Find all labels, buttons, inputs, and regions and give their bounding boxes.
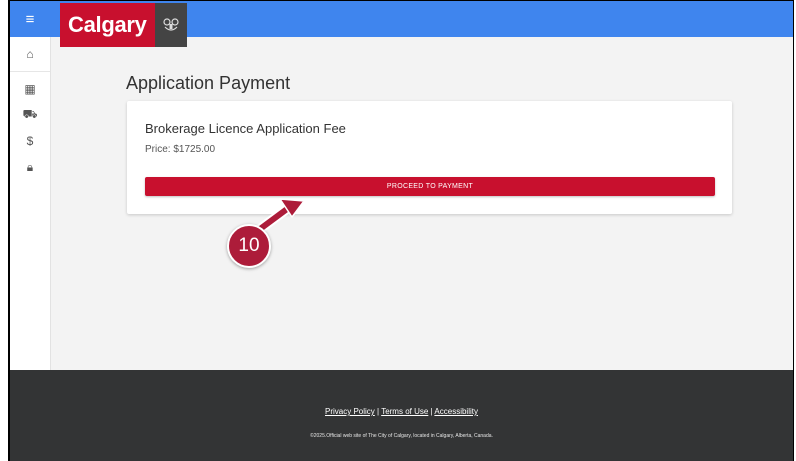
sidebar-item-home[interactable]: ⌂ xyxy=(10,37,50,72)
home-icon: ⌂ xyxy=(26,47,34,61)
building-icon: ▦ xyxy=(24,82,36,96)
lock-icon: 🔒︎ xyxy=(26,159,34,174)
footer-links: Privacy Policy | Terms of Use | Accessib… xyxy=(10,407,793,416)
fee-title: Brokerage Licence Application Fee xyxy=(145,121,346,136)
footer-separator: | xyxy=(430,407,433,416)
sidebar: ⌂ ▦ ⛟ $ 🔒︎ xyxy=(10,37,51,370)
payment-card: Brokerage Licence Application Fee Price:… xyxy=(127,101,732,214)
app-window: ≡ Calgary ⌂ ▦ ⛟ $ 🔒︎ Application Payment… xyxy=(8,0,794,461)
copyright-text: ©2025.Official web site of The City of C… xyxy=(310,433,493,439)
sidebar-item-payments[interactable]: $ xyxy=(10,128,50,154)
dollar-icon: $ xyxy=(26,134,34,148)
hamburger-menu-icon[interactable]: ≡ xyxy=(10,1,50,37)
footer-separator: | xyxy=(377,407,380,416)
privacy-policy-link[interactable]: Privacy Policy xyxy=(325,407,375,416)
page-title: Application Payment xyxy=(126,73,291,93)
vehicle-icon: ⛟ xyxy=(22,107,38,121)
top-bar: ≡ Calgary xyxy=(10,1,793,47)
main-content: Application Payment Brokerage Licence Ap… xyxy=(50,37,793,370)
sidebar-item-building[interactable]: ▦ xyxy=(10,76,50,102)
proceed-to-payment-button[interactable]: PROCEED TO PAYMENT xyxy=(145,177,715,196)
sidebar-item-lock[interactable]: 🔒︎ xyxy=(10,154,50,180)
fee-price: Price: $1725.00 xyxy=(145,144,216,155)
terms-of-use-link[interactable]: Terms of Use xyxy=(381,407,428,416)
accessibility-link[interactable]: Accessibility xyxy=(434,407,478,416)
footer: Privacy Policy | Terms of Use | Accessib… xyxy=(10,370,793,461)
step-badge: 10 xyxy=(227,224,271,268)
sidebar-item-vehicle[interactable]: ⛟ xyxy=(10,102,50,128)
